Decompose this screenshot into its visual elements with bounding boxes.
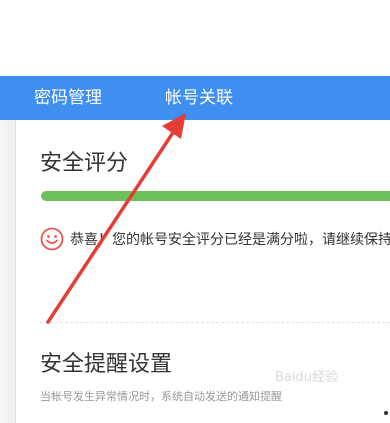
page-dot	[384, 411, 388, 415]
top-blank-area	[0, 0, 390, 76]
security-alert-title: 安全提醒设置	[40, 352, 173, 377]
security-score-progress-bar	[41, 191, 390, 201]
tab-password-management[interactable]: 密码管理	[34, 76, 102, 120]
security-score-progress-fill	[41, 191, 390, 201]
security-score-message: 恭喜！您的帐号安全评分已经是满分啦，请继续保持！	[70, 232, 390, 248]
left-shadow-strip	[0, 120, 15, 423]
baidu-watermark: Baidu经验	[275, 370, 338, 385]
tab-account-linking[interactable]: 帐号关联	[165, 76, 233, 120]
smile-icon	[40, 227, 64, 251]
security-score-title: 安全评分	[40, 151, 129, 176]
top-nav-bar: 密码管理 帐号关联	[0, 76, 390, 120]
section-divider	[40, 322, 390, 323]
security-alert-hint: 当帐号发生异常情况时，系统自动发送的通知提醒	[40, 390, 282, 403]
